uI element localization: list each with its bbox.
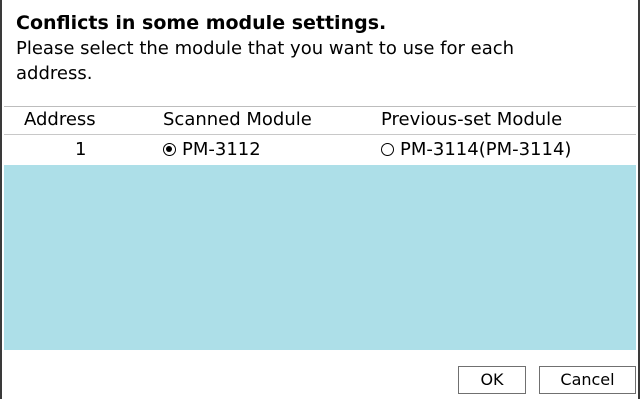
previous-module-label: PM-3114(PM-3114) xyxy=(400,139,572,160)
previous-module-radio[interactable] xyxy=(381,143,394,156)
scanned-module-label: PM-3112 xyxy=(182,139,261,160)
dialog-description: Please select the module that you want t… xyxy=(16,38,515,84)
column-header-previous-set-module: Previous-set Module xyxy=(381,109,563,130)
address-cell: 1 xyxy=(75,139,87,160)
ok-button[interactable]: OK xyxy=(458,366,526,394)
scanned-module-radio[interactable] xyxy=(163,143,176,156)
dialog-header: Conflicts in some module settings. Pleas… xyxy=(16,10,626,86)
cancel-button[interactable]: Cancel xyxy=(539,366,636,394)
dialog-title: Conflicts in some module settings. xyxy=(16,12,387,34)
module-table: Address Scanned Module Previous-set Modu… xyxy=(4,106,636,350)
table-row: 1 PM-3112 PM-3114(PM-3114) xyxy=(4,135,636,165)
module-conflict-dialog: Conflicts in some module settings. Pleas… xyxy=(0,0,640,399)
column-header-scanned-module: Scanned Module xyxy=(163,109,312,130)
previous-module-option[interactable]: PM-3114(PM-3114) xyxy=(381,139,571,160)
scanned-module-option[interactable]: PM-3112 xyxy=(163,139,261,160)
column-header-address: Address xyxy=(24,109,96,130)
dialog-footer: OK Cancel xyxy=(2,350,638,399)
table-header: Address Scanned Module Previous-set Modu… xyxy=(4,107,636,135)
